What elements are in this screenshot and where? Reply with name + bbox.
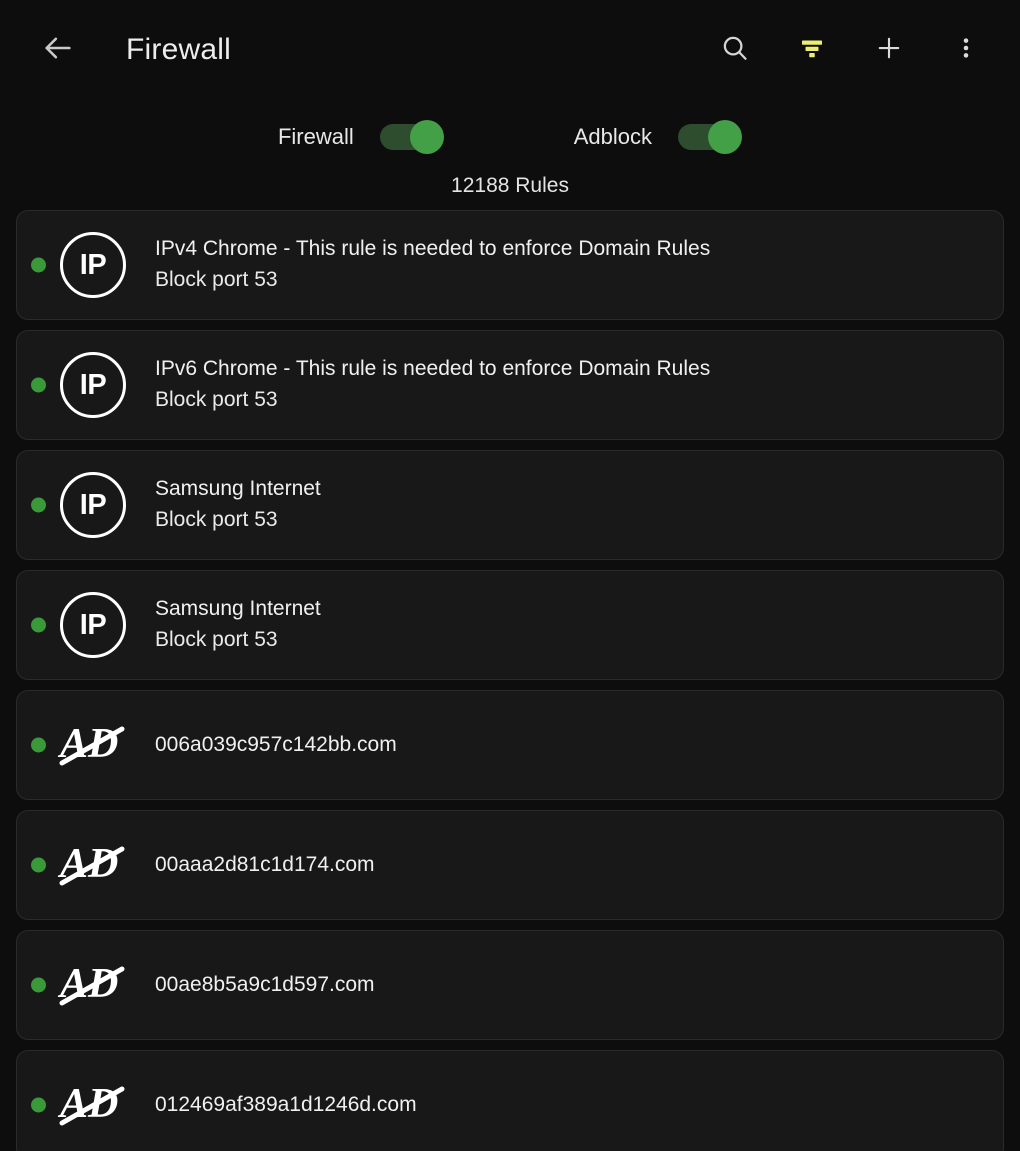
rules-count: 12188 Rules [451, 174, 569, 197]
rules-list[interactable]: IP IPv4 Chrome - This rule is needed to e… [0, 210, 1020, 1151]
rule-type-icon: IP [55, 467, 131, 543]
rule-text: Samsung Internet Block port 53 [155, 596, 1003, 654]
status-dot [31, 977, 46, 993]
ip-icon: IP [60, 472, 126, 538]
rule-title: Samsung Internet [155, 477, 321, 501]
rule-row[interactable]: AD 00aaa2d81c1d174.com [16, 810, 1004, 920]
app-bar-actions [707, 22, 994, 78]
adblock-icon: AD [56, 833, 130, 898]
search-icon [720, 33, 750, 68]
rule-subtitle: Block port 53 [155, 388, 278, 411]
rule-row[interactable]: IP Samsung Internet Block port 53 [16, 570, 1004, 680]
rule-type-icon: IP [55, 347, 131, 423]
rule-text: 012469af389a1d1246d.com [155, 1092, 1003, 1119]
rule-title: 00ae8b5a9c1d597.com [155, 972, 375, 996]
ip-icon: IP [60, 352, 126, 418]
status-dot [31, 377, 46, 393]
rule-subtitle: Block port 53 [155, 628, 278, 651]
adblock-icon: AD [56, 713, 130, 778]
adblock-toggle[interactable] [678, 120, 743, 154]
rule-row[interactable]: IP IPv6 Chrome - This rule is needed to e… [16, 330, 1004, 440]
firewall-toggle[interactable] [379, 120, 444, 154]
filter-icon [797, 33, 827, 68]
rule-row[interactable]: IP IPv4 Chrome - This rule is needed to e… [16, 210, 1004, 320]
adblock-toggle-group: Adblock [573, 120, 743, 154]
app-bar-left: Firewall [30, 22, 707, 78]
rule-subtitle: Block port 53 [155, 268, 278, 291]
status-dot [31, 257, 46, 273]
rule-row[interactable]: AD 006a039c957c142bb.com [16, 690, 1004, 800]
adblock-toggle-label: Adblock [573, 124, 653, 149]
rule-type-icon: AD [55, 827, 131, 903]
status-dot [31, 617, 46, 633]
rule-text: Samsung Internet Block port 53 [155, 476, 1003, 534]
add-icon [874, 33, 904, 68]
rule-text: 00ae8b5a9c1d597.com [155, 972, 1003, 999]
rule-type-icon: IP [55, 227, 131, 303]
overflow-menu-button[interactable] [938, 22, 994, 78]
add-button[interactable] [861, 22, 917, 78]
app-bar: Firewall [0, 0, 1020, 100]
ip-icon: IP [60, 592, 126, 658]
rule-row[interactable]: AD 012469af389a1d1246d.com [16, 1050, 1004, 1151]
rule-title: 006a039c957c142bb.com [155, 732, 397, 756]
rule-title: IPv4 Chrome - This rule is needed to enf… [155, 237, 711, 261]
rule-text: IPv4 Chrome - This rule is needed to enf… [155, 236, 1003, 294]
adblock-icon: AD [56, 1073, 130, 1138]
firewall-toggle-thumb [409, 120, 444, 154]
search-button[interactable] [707, 22, 763, 78]
status-dot [31, 857, 46, 873]
firewall-screen: Firewall Firewall Adblock 12188 Rules IP… [0, 0, 1020, 1151]
firewall-toggle-label: Firewall [277, 124, 354, 149]
rule-title: 012469af389a1d1246d.com [155, 1092, 417, 1116]
rule-title: IPv6 Chrome - This rule is needed to enf… [155, 357, 711, 381]
rule-type-icon: AD [55, 947, 131, 1023]
rule-type-icon: AD [55, 707, 131, 783]
page-title: Firewall [126, 33, 231, 66]
adblock-icon: AD [56, 953, 130, 1018]
status-dot [31, 497, 46, 513]
back-button[interactable] [30, 22, 86, 78]
rule-text: 006a039c957c142bb.com [155, 732, 1003, 759]
rule-text: IPv6 Chrome - This rule is needed to enf… [155, 356, 1003, 414]
rule-subtitle: Block port 53 [155, 508, 278, 531]
rule-text: 00aaa2d81c1d174.com [155, 852, 1003, 879]
overflow-menu-icon [953, 33, 979, 68]
toggle-row: Firewall Adblock [0, 100, 1020, 174]
rule-title: Samsung Internet [155, 597, 321, 621]
ip-icon: IP [60, 232, 126, 298]
rule-title: 00aaa2d81c1d174.com [155, 852, 375, 876]
status-dot [31, 1097, 46, 1113]
status-dot [31, 737, 46, 753]
adblock-toggle-thumb [708, 120, 743, 154]
rule-row[interactable]: IP Samsung Internet Block port 53 [16, 450, 1004, 560]
back-arrow-icon [41, 31, 75, 70]
rule-type-icon: AD [55, 1067, 131, 1143]
rule-type-icon: IP [55, 587, 131, 663]
rule-row[interactable]: AD 00ae8b5a9c1d597.com [16, 930, 1004, 1040]
firewall-toggle-group: Firewall [278, 120, 444, 154]
filter-button[interactable] [784, 22, 840, 78]
